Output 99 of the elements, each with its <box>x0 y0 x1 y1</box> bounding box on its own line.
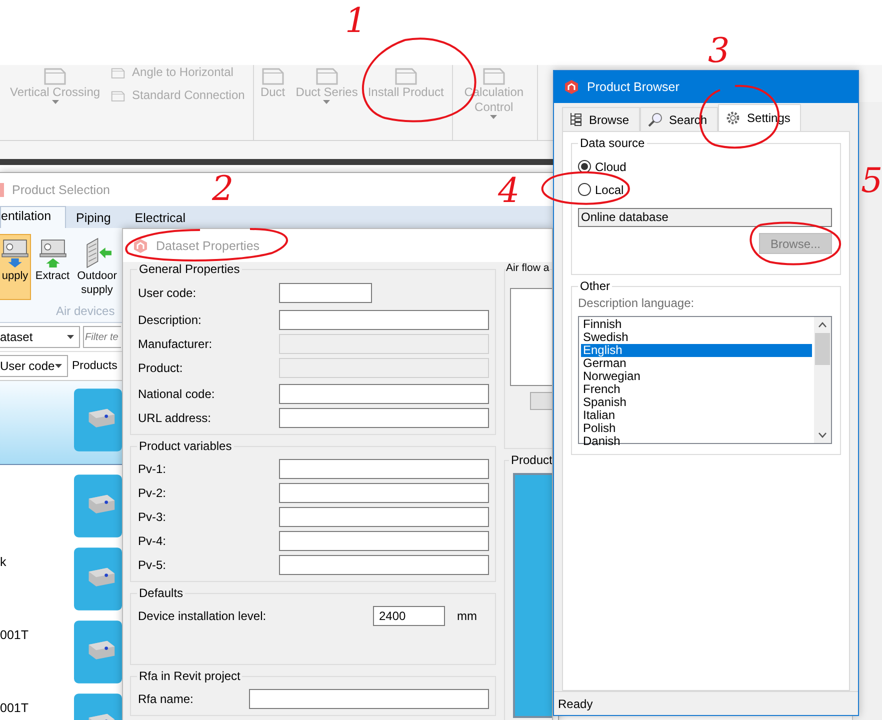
input-field[interactable] <box>279 310 489 330</box>
list-box[interactable] <box>510 288 552 386</box>
device-tool-button[interactable]: Outdoor supply <box>75 234 120 300</box>
field-label: URL address: <box>138 411 211 425</box>
product-code: k <box>0 555 6 569</box>
scrollbar[interactable] <box>814 317 831 443</box>
group-title: Product variables <box>137 439 234 453</box>
annotation-number: 2 <box>212 170 234 208</box>
air-terminal-icon <box>36 237 68 269</box>
group-title: Other <box>578 279 612 293</box>
field-label: Pv-2: <box>138 486 166 500</box>
product-row[interactable]: 001T <box>0 611 122 684</box>
language-item[interactable]: Polish <box>581 422 812 435</box>
air-terminal-icon <box>0 237 30 269</box>
field-label: Pv-3: <box>138 510 166 524</box>
field-label: Rfa name: <box>138 692 194 706</box>
product-row[interactable] <box>0 465 122 538</box>
field-label: Manufacturer: <box>138 337 212 351</box>
radio-option[interactable]: Cloud <box>578 158 832 175</box>
annotation-number: 3 <box>708 32 730 70</box>
column-header: Products <box>72 360 118 372</box>
product-code: 001T <box>0 628 28 642</box>
input-field[interactable] <box>279 555 489 575</box>
field-label: Description language: <box>578 296 696 310</box>
language-item[interactable]: Finnish <box>581 318 812 331</box>
language-list[interactable]: Finnish Swedish English German Norwegian French Spanish Italian Polish Danish <box>578 316 832 444</box>
unit-label: mm <box>457 609 477 623</box>
language-item[interactable]: Norwegian <box>581 370 812 383</box>
device-tool-button[interactable]: upply <box>0 234 31 300</box>
caret-icon <box>67 335 74 339</box>
input-field[interactable] <box>279 459 489 479</box>
ribbon-tab[interactable]: Piping <box>76 209 125 228</box>
search-icon <box>647 112 664 128</box>
field-label: Pv-4: <box>138 534 166 548</box>
field-label: User code: <box>138 286 196 300</box>
ribbon-tool-icon <box>314 67 340 85</box>
scroll-down-icon <box>818 432 827 438</box>
filter-field[interactable]: Filter te <box>83 326 121 348</box>
dataset-dropdown[interactable]: ataset <box>0 326 80 348</box>
caret-icon <box>52 100 59 104</box>
annotation-number: 5 <box>861 162 882 200</box>
window-title: Dataset Properties <box>156 238 260 252</box>
field-label: Pv-1: <box>138 462 166 476</box>
language-item[interactable]: French <box>581 383 812 396</box>
field-label: Product: <box>138 361 183 375</box>
caret-icon <box>490 115 498 119</box>
product-row[interactable] <box>0 381 122 465</box>
settings-icon <box>725 110 742 126</box>
field-label: Description: <box>138 313 202 327</box>
product-row[interactable]: 001T <box>0 684 122 720</box>
product-code: 001T <box>0 701 28 715</box>
annotation-number: 1 <box>345 2 367 40</box>
input-field[interactable] <box>249 689 489 709</box>
input-field[interactable] <box>279 283 372 303</box>
group-label: Air devices <box>56 304 116 318</box>
field-label: Device installation level: <box>138 609 266 623</box>
scroll-thumb[interactable] <box>815 333 830 365</box>
language-item[interactable]: Swedish <box>581 331 812 344</box>
input-field[interactable]: 2400 <box>373 606 445 626</box>
language-item[interactable]: Spanish <box>581 396 812 409</box>
group-title: Defaults <box>137 586 186 600</box>
language-item[interactable]: Italian <box>581 409 812 422</box>
field-label: National code: <box>138 387 215 401</box>
input-field[interactable] <box>279 408 489 428</box>
ribbon-tab[interactable]: Electrical <box>134 209 200 228</box>
scroll-up-icon <box>818 322 827 328</box>
window-title: Product Selection <box>12 182 110 196</box>
input-field[interactable] <box>279 507 489 527</box>
language-item[interactable]: German <box>581 357 812 370</box>
tab[interactable]: Browse <box>562 107 640 131</box>
group-title: Data source <box>578 136 647 150</box>
group-title: General Properties <box>137 262 242 276</box>
ribbon-tab[interactable]: entilation <box>0 206 66 228</box>
product-row[interactable]: k <box>0 538 122 611</box>
window-title: Product Browser <box>587 80 680 94</box>
caret-icon <box>55 364 62 368</box>
ribbon-tool-icon <box>260 67 286 85</box>
language-item[interactable]: English <box>581 344 812 357</box>
device-tool-button[interactable]: Extract <box>34 234 72 300</box>
group-title: Rfa in Revit project <box>137 669 242 683</box>
ribbon-tool-icon <box>480 67 507 85</box>
ribbon-tool-icon <box>42 67 68 85</box>
status-text: Ready <box>558 696 593 710</box>
tree-icon <box>569 112 583 127</box>
caret-icon <box>323 100 330 104</box>
group-title: Product <box>509 453 552 467</box>
sort-dropdown[interactable]: User code <box>0 355 68 377</box>
fitting-icon <box>110 66 126 80</box>
radio-button[interactable] <box>578 183 591 196</box>
field-label: Pv-5: <box>138 558 166 572</box>
input-field[interactable] <box>279 483 489 503</box>
radio-option[interactable]: Local <box>578 181 832 198</box>
ribbon-tool-icon <box>392 67 419 85</box>
input-field[interactable] <box>279 384 489 404</box>
fitting-icon <box>110 88 126 102</box>
group-title: Air flow a <box>506 262 550 274</box>
input-field[interactable] <box>279 531 489 551</box>
annotation-number: 4 <box>498 172 520 210</box>
radio-button[interactable] <box>578 160 591 173</box>
